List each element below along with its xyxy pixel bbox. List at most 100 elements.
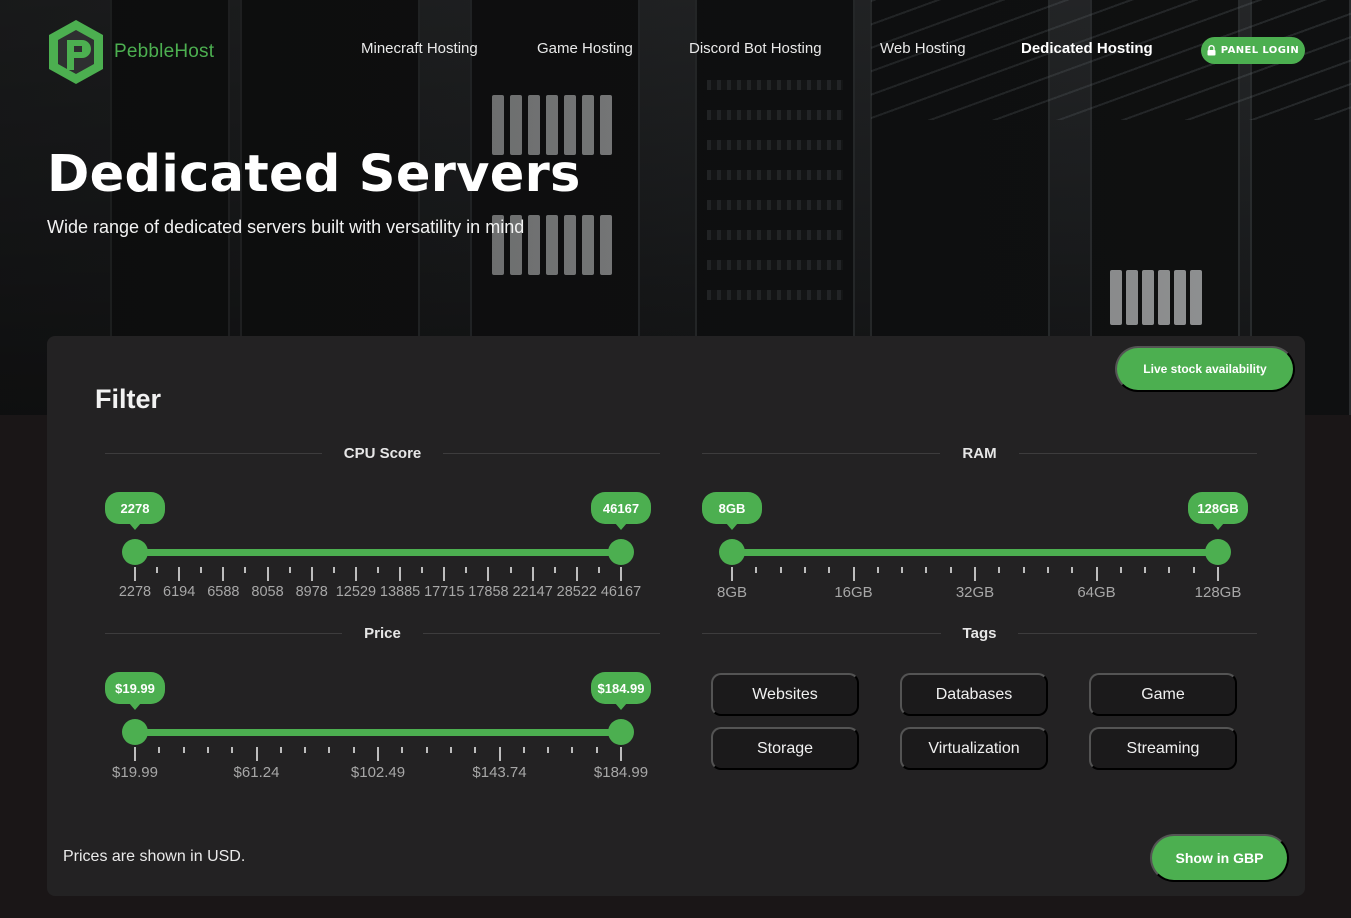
filter-heading: Filter [95, 384, 162, 414]
cpu-score-slider[interactable]: 2278 46167 2278 6194 6588 8058 8978 12529 1388… [105, 463, 660, 603]
ram-min-value-bubble: 8GB [702, 492, 762, 530]
cpu-tick-label: 12529 [335, 584, 377, 600]
price-tick-minor [206, 747, 209, 753]
price-tick-minor [304, 747, 307, 753]
ram-tick-minor [876, 567, 879, 573]
price-tick-minor [231, 747, 234, 753]
cpu-tick-major [531, 567, 534, 581]
cpu-tick-label: 28522 [556, 584, 597, 600]
price-slider-min-handle[interactable] [122, 719, 148, 745]
nav-dedicated-hosting[interactable]: Dedicated Hosting [1021, 40, 1153, 57]
tag-databases[interactable]: Databases [900, 673, 1048, 716]
cpu-tick-major [575, 567, 578, 581]
ram-max-value-bubble: 128GB [1188, 492, 1248, 530]
price-tick-minor [328, 747, 331, 753]
cpu-tick-minor [244, 567, 247, 573]
cpu-score-filter: CPU Score 2278 46167 2278 6194 6588 8058 897… [105, 443, 660, 603]
panel-login-label: PANEL LOGIN [1220, 45, 1300, 56]
tag-game[interactable]: Game [1089, 673, 1237, 716]
cpu-slider-max-handle[interactable] [608, 539, 634, 565]
page-subtitle: Wide range of dedicated servers built wi… [47, 217, 525, 237]
cpu-tick-label: 46167 [600, 584, 642, 600]
cpu-tick-minor [332, 567, 335, 573]
price-slider[interactable]: $19.99 $184.99 $19.99 $61.24 $102.49 $143.7… [105, 643, 660, 783]
tag-websites[interactable]: Websites [711, 673, 859, 716]
cpu-tick-major [620, 567, 622, 581]
cpu-tick-major [266, 567, 269, 581]
prices-currency-note: Prices are shown in USD. [63, 848, 246, 865]
price-tick-label: $184.99 [593, 764, 649, 781]
price-tick-minor [595, 747, 598, 753]
ram-tick-label: 64GB [1077, 584, 1116, 601]
show-in-gbp-button[interactable]: Show in GBP [1150, 834, 1289, 882]
ram-slider[interactable]: 8GB 128GB 8GB 16GB 32GB 64GB 128GB [702, 463, 1257, 603]
tag-virtualization[interactable]: Virtualization [900, 727, 1048, 770]
pebblehost-logo-icon [49, 20, 103, 84]
logo[interactable]: PebbleHost [46, 18, 214, 86]
price-tick-minor [449, 747, 452, 753]
ram-tick-label: 128GB [1194, 584, 1242, 601]
ram-slider-track[interactable] [732, 549, 1218, 556]
cpu-tick-label: 6588 [207, 584, 240, 600]
nav-web-hosting[interactable]: Web Hosting [880, 40, 966, 57]
cpu-slider-track[interactable] [135, 549, 621, 556]
cpu-tick-major [310, 567, 313, 581]
ram-tick-major [1095, 567, 1098, 581]
nav-minecraft-hosting[interactable]: Minecraft Hosting [361, 40, 478, 57]
cpu-tick-minor [377, 567, 379, 573]
ram-tick-minor [1022, 567, 1025, 573]
ram-tick-label: 32GB [955, 584, 995, 601]
brand-name: PebbleHost [114, 41, 215, 62]
cpu-tick-minor [465, 567, 468, 573]
price-min-value-bubble: $19.99 [105, 672, 165, 710]
panel-login-button[interactable]: PANEL LOGIN [1201, 37, 1305, 64]
price-tick-label: $102.49 [350, 764, 406, 781]
price-tick-major [498, 747, 501, 761]
cpu-tick-major [354, 567, 357, 581]
cpu-tick-label: 2278 [118, 584, 152, 600]
price-tick-label: $61.24 [233, 764, 280, 781]
ram-slider-min-handle[interactable] [719, 539, 745, 565]
ram-tick-minor [803, 567, 806, 573]
cpu-tick-label: 6194 [163, 584, 196, 600]
cpu-tick-minor [200, 567, 203, 573]
price-slider-max-handle[interactable] [608, 719, 634, 745]
tag-storage[interactable]: Storage [711, 727, 859, 770]
price-title: Price [364, 624, 401, 642]
ram-tick-minor [828, 567, 831, 573]
ram-tick-minor [901, 567, 904, 573]
live-stock-button[interactable]: Live stock availability [1115, 346, 1295, 392]
ram-tick-minor [1144, 567, 1147, 573]
cpu-tick-label: 13885 [379, 584, 421, 600]
ram-tick-minor [1071, 567, 1074, 573]
ram-title: RAM [962, 444, 997, 462]
ram-tick-minor [1168, 567, 1171, 573]
page-title: Dedicated Servers [47, 145, 581, 204]
price-tick-minor [474, 747, 477, 753]
cpu-slider-min-handle[interactable] [122, 539, 148, 565]
site-header: PebbleHost Minecraft Hosting Game Hostin… [0, 0, 1351, 100]
cpu-tick-minor [421, 567, 424, 573]
price-tick-minor [522, 747, 525, 753]
cpu-tick-label: 8058 [251, 584, 284, 600]
price-tick-minor [279, 747, 282, 753]
cpu-min-value-bubble: 2278 [105, 492, 165, 530]
price-slider-track[interactable] [135, 729, 621, 736]
tag-streaming[interactable]: Streaming [1089, 727, 1237, 770]
nav-discord-bot-hosting[interactable]: Discord Bot Hosting [689, 40, 822, 57]
price-tick-major [377, 747, 379, 761]
cpu-tick-label: 22147 [512, 584, 553, 600]
filter-panel [47, 336, 1305, 896]
cpu-tick-minor [553, 567, 556, 573]
price-tick-major [134, 747, 136, 761]
ram-slider-max-handle[interactable] [1205, 539, 1231, 565]
cpu-tick-major [222, 567, 225, 581]
cpu-tick-major [134, 567, 136, 581]
price-max-value-bubble: $184.99 [591, 672, 651, 710]
nav-game-hosting[interactable]: Game Hosting [537, 40, 633, 57]
price-tick-minor [425, 747, 428, 753]
cpu-tick-label: 17858 [468, 584, 509, 600]
ram-tick-minor [1192, 567, 1195, 573]
cpu-tick-label: 17715 [424, 584, 465, 600]
price-tick-minor [182, 747, 185, 753]
